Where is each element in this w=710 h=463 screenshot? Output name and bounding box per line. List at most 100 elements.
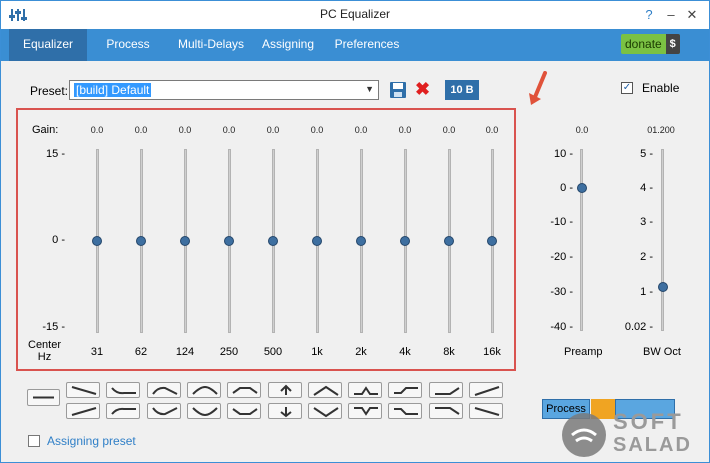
- tab-assigning[interactable]: Assigning: [257, 29, 319, 61]
- band-slider-knob[interactable]: [400, 236, 410, 246]
- preamp-scale-label: -40 -: [550, 321, 573, 333]
- curve-shape-icon: [151, 386, 178, 395]
- curve-shape-button[interactable]: [227, 403, 262, 419]
- assigning-preset-checkbox[interactable]: [28, 435, 40, 447]
- curve-shape-icon: [71, 407, 97, 416]
- bw-track[interactable]: [661, 149, 664, 331]
- band-gain-value: 0.0: [90, 125, 104, 135]
- preset-dropdown[interactable]: [build] Default ▼: [69, 80, 379, 100]
- curve-shape-icon: [354, 386, 379, 395]
- curve-shape-icon: [111, 387, 137, 395]
- curve-shape-button[interactable]: [348, 382, 383, 398]
- preamp-scale-label: 10 -: [554, 148, 573, 160]
- center-label: Center: [28, 339, 62, 351]
- curve-shape-button[interactable]: [106, 403, 141, 419]
- enable-checkbox[interactable]: ✓: [621, 82, 633, 94]
- annotation-arrow-icon: [529, 71, 547, 105]
- band-gain-value: 0.0: [134, 125, 148, 135]
- chevron-down-icon: ▼: [365, 84, 374, 94]
- band-frequency-label: 8k: [443, 346, 455, 358]
- curve-shape-button[interactable]: [469, 382, 503, 398]
- curve-shape-button[interactable]: [348, 403, 383, 419]
- band-slider-knob[interactable]: [180, 236, 190, 246]
- save-icon[interactable]: [389, 81, 407, 99]
- bw-scale-label: 1 -: [640, 286, 653, 298]
- main-window: PC Equalizer ? – ✕ Equalizer Process Mul…: [0, 0, 710, 463]
- curve-shape-button[interactable]: [66, 382, 100, 398]
- donate-label: donate: [625, 37, 662, 51]
- curve-shape-button[interactable]: [267, 382, 302, 398]
- band-gain-value: 0.0: [442, 125, 456, 135]
- watermark-text-salad: SALAD: [613, 434, 692, 456]
- curve-shape-button[interactable]: [388, 382, 423, 398]
- help-button[interactable]: ?: [638, 4, 660, 26]
- minimize-button[interactable]: –: [660, 4, 682, 26]
- band-gain-value: 0.0: [222, 125, 236, 135]
- scale-top: 15 -: [46, 148, 65, 160]
- curve-shape-button[interactable]: [227, 382, 262, 398]
- band-frequency-label: 124: [175, 346, 195, 358]
- hz-label: Hz: [37, 351, 52, 363]
- curve-shape-icon: [279, 384, 292, 395]
- curve-shape-button[interactable]: [66, 403, 100, 419]
- flat-preset-button[interactable]: [27, 389, 60, 406]
- band-gain-value: 0.0: [178, 125, 192, 135]
- scale-bottom: -15 -: [42, 321, 65, 333]
- preamp-scale-label: -20 -: [550, 251, 573, 263]
- band-slider-knob[interactable]: [487, 236, 497, 246]
- title-bar: PC Equalizer ? – ✕: [1, 1, 709, 29]
- band-slider-knob[interactable]: [356, 236, 366, 246]
- curve-shape-button[interactable]: [186, 382, 221, 398]
- bw-scale-label: 5 -: [640, 148, 653, 160]
- assigning-preset-label[interactable]: Assigning preset: [47, 434, 136, 448]
- band-frequency-label: 2k: [355, 346, 367, 358]
- curve-shape-button[interactable]: [428, 403, 463, 419]
- band-frequency-label: 62: [134, 346, 148, 358]
- bw-scale-label: 0.02 -: [624, 321, 653, 333]
- curve-shape-button[interactable]: [469, 403, 503, 419]
- band-slider-knob[interactable]: [444, 236, 454, 246]
- band-gain-value: 0.0: [266, 125, 280, 135]
- curve-shape-button[interactable]: [307, 403, 342, 419]
- preamp-label: Preamp: [564, 346, 603, 358]
- preamp-track[interactable]: [580, 149, 583, 331]
- band-slider-knob[interactable]: [268, 236, 278, 246]
- close-button[interactable]: ✕: [681, 4, 703, 26]
- curve-shape-button[interactable]: [106, 382, 141, 398]
- curve-shape-button[interactable]: [267, 403, 302, 419]
- curve-shape-button[interactable]: [307, 382, 342, 398]
- preamp-knob[interactable]: [577, 183, 587, 193]
- curve-shape-button[interactable]: [428, 382, 463, 398]
- curve-shape-button[interactable]: [388, 403, 423, 419]
- curve-shape-icon: [434, 407, 460, 415]
- curve-shape-button[interactable]: [186, 403, 221, 419]
- bw-value: 01.200: [647, 125, 675, 135]
- curve-shape-button[interactable]: [146, 382, 181, 398]
- window-title: PC Equalizer: [319, 7, 391, 21]
- tab-multi-delays[interactable]: Multi-Delays: [167, 29, 255, 61]
- preset-value: [build] Default: [74, 83, 152, 97]
- band-slider-knob[interactable]: [92, 236, 102, 246]
- tab-equalizer[interactable]: Equalizer: [9, 29, 87, 61]
- bw-scale-label: 3 -: [640, 216, 653, 228]
- band-frequency-label: 500: [263, 346, 283, 358]
- curve-shape-icon: [279, 407, 292, 418]
- delete-icon[interactable]: ✖: [415, 79, 430, 100]
- curve-shape-icon: [151, 407, 178, 416]
- tab-bar: Equalizer Process Multi-Delays Assigning…: [1, 29, 709, 61]
- donate-button[interactable]: donate $: [621, 34, 680, 54]
- bands-count-button[interactable]: 10 B: [445, 80, 479, 100]
- tab-process[interactable]: Process: [97, 29, 159, 61]
- bw-knob[interactable]: [658, 282, 668, 292]
- preamp-scale-label: -30 -: [550, 286, 573, 298]
- equalizer-highlight-frame: [16, 108, 516, 371]
- tab-preferences[interactable]: Preferences: [329, 29, 405, 61]
- dollar-icon: $: [665, 34, 680, 54]
- curve-shape-icon: [313, 385, 339, 396]
- curve-shape-button[interactable]: [146, 403, 181, 419]
- band-slider-knob[interactable]: [224, 236, 234, 246]
- preset-label: Preset:: [30, 84, 69, 98]
- curve-shape-icon: [232, 387, 258, 394]
- band-slider-knob[interactable]: [136, 236, 146, 246]
- band-slider-knob[interactable]: [312, 236, 322, 246]
